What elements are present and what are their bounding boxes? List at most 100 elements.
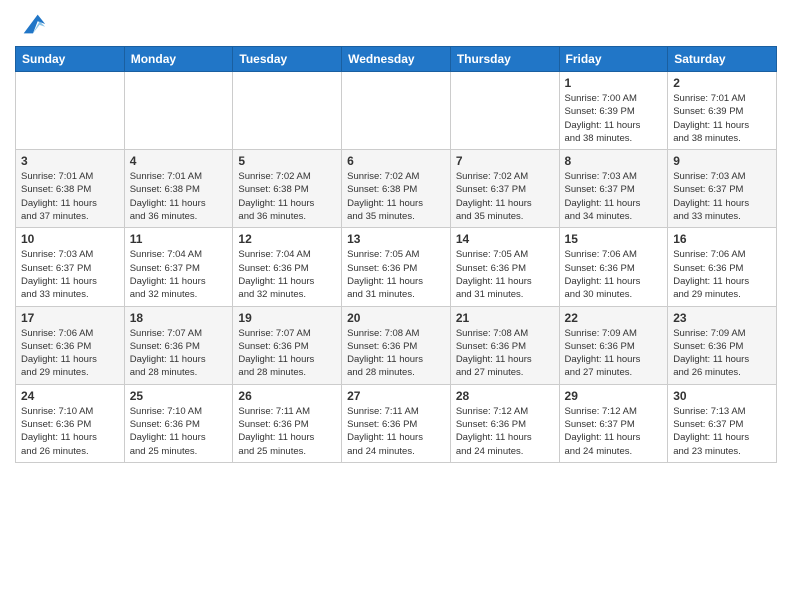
day-number: 28 <box>456 389 554 403</box>
day-number: 4 <box>130 154 228 168</box>
day-number: 11 <box>130 232 228 246</box>
logo-icon <box>19 10 47 38</box>
day-info: Sunrise: 7:07 AMSunset: 6:36 PMDaylight:… <box>130 327 228 380</box>
day-info: Sunrise: 7:08 AMSunset: 6:36 PMDaylight:… <box>456 327 554 380</box>
day-number: 25 <box>130 389 228 403</box>
calendar-cell: 4 Sunrise: 7:01 AMSunset: 6:38 PMDaylight… <box>124 150 233 228</box>
day-number: 20 <box>347 311 445 325</box>
day-info: Sunrise: 7:10 AMSunset: 6:36 PMDaylight:… <box>21 405 119 458</box>
calendar-cell: 23 Sunrise: 7:09 AMSunset: 6:36 PMDayligh… <box>668 306 777 384</box>
calendar-cell: 27Sunrise: 7:11 AMSunset: 6:36 PMDayligh… <box>342 384 451 462</box>
calendar-cell: 1Sunrise: 7:00 AMSunset: 6:39 PMDaylight… <box>559 72 668 150</box>
calendar-table: SundayMondayTuesdayWednesdayThursdayFrid… <box>15 46 777 463</box>
day-number: 5 <box>238 154 336 168</box>
calendar-cell: 10 Sunrise: 7:03 AMSunset: 6:37 PMDayligh… <box>16 228 125 306</box>
calendar-cell <box>450 72 559 150</box>
day-info: Sunrise: 7:12 AMSunset: 6:37 PMDaylight:… <box>565 405 663 458</box>
calendar-cell: 28 Sunrise: 7:12 AMSunset: 6:36 PMDayligh… <box>450 384 559 462</box>
day-info: Sunrise: 7:01 AMSunset: 6:38 PMDaylight:… <box>130 170 228 223</box>
calendar-week-row: 1Sunrise: 7:00 AMSunset: 6:39 PMDaylight… <box>16 72 777 150</box>
calendar-cell: 22Sunrise: 7:09 AMSunset: 6:36 PMDayligh… <box>559 306 668 384</box>
calendar-cell: 14 Sunrise: 7:05 AMSunset: 6:36 PMDayligh… <box>450 228 559 306</box>
calendar-week-row: 17Sunrise: 7:06 AMSunset: 6:36 PMDayligh… <box>16 306 777 384</box>
day-number: 2 <box>673 76 771 90</box>
day-number: 10 <box>21 232 119 246</box>
day-info: Sunrise: 7:03 AMSunset: 6:37 PMDaylight:… <box>673 170 771 223</box>
weekday-header-wednesday: Wednesday <box>342 47 451 72</box>
calendar-cell: 6 Sunrise: 7:02 AMSunset: 6:38 PMDaylight… <box>342 150 451 228</box>
day-number: 26 <box>238 389 336 403</box>
day-info: Sunrise: 7:00 AMSunset: 6:39 PMDaylight:… <box>565 92 663 145</box>
calendar-cell: 25 Sunrise: 7:10 AMSunset: 6:36 PMDayligh… <box>124 384 233 462</box>
day-info: Sunrise: 7:12 AMSunset: 6:36 PMDaylight:… <box>456 405 554 458</box>
day-number: 16 <box>673 232 771 246</box>
day-info: Sunrise: 7:03 AMSunset: 6:37 PMDaylight:… <box>565 170 663 223</box>
day-info: Sunrise: 7:01 AMSunset: 6:39 PMDaylight:… <box>673 92 771 145</box>
calendar-cell: 15Sunrise: 7:06 AMSunset: 6:36 PMDayligh… <box>559 228 668 306</box>
calendar-cell: 7 Sunrise: 7:02 AMSunset: 6:37 PMDaylight… <box>450 150 559 228</box>
calendar-cell: 12 Sunrise: 7:04 AMSunset: 6:36 PMDayligh… <box>233 228 342 306</box>
calendar-cell <box>16 72 125 150</box>
calendar-cell <box>342 72 451 150</box>
calendar-cell: 11 Sunrise: 7:04 AMSunset: 6:37 PMDayligh… <box>124 228 233 306</box>
calendar-cell: 8 Sunrise: 7:03 AMSunset: 6:37 PMDaylight… <box>559 150 668 228</box>
day-number: 27 <box>347 389 445 403</box>
calendar-cell: 20Sunrise: 7:08 AMSunset: 6:36 PMDayligh… <box>342 306 451 384</box>
calendar-cell: 9 Sunrise: 7:03 AMSunset: 6:37 PMDaylight… <box>668 150 777 228</box>
day-info: Sunrise: 7:05 AMSunset: 6:36 PMDaylight:… <box>456 248 554 301</box>
calendar-cell: 21 Sunrise: 7:08 AMSunset: 6:36 PMDayligh… <box>450 306 559 384</box>
day-number: 22 <box>565 311 663 325</box>
calendar-cell: 16 Sunrise: 7:06 AMSunset: 6:36 PMDayligh… <box>668 228 777 306</box>
day-info: Sunrise: 7:03 AMSunset: 6:37 PMDaylight:… <box>21 248 119 301</box>
day-number: 18 <box>130 311 228 325</box>
calendar-cell: 3Sunrise: 7:01 AMSunset: 6:38 PMDaylight… <box>16 150 125 228</box>
day-number: 17 <box>21 311 119 325</box>
day-info: Sunrise: 7:02 AMSunset: 6:38 PMDaylight:… <box>238 170 336 223</box>
day-number: 14 <box>456 232 554 246</box>
day-number: 9 <box>673 154 771 168</box>
day-info: Sunrise: 7:10 AMSunset: 6:36 PMDaylight:… <box>130 405 228 458</box>
calendar-cell <box>124 72 233 150</box>
weekday-header-thursday: Thursday <box>450 47 559 72</box>
day-number: 7 <box>456 154 554 168</box>
day-info: Sunrise: 7:06 AMSunset: 6:36 PMDaylight:… <box>673 248 771 301</box>
day-number: 24 <box>21 389 119 403</box>
day-info: Sunrise: 7:04 AMSunset: 6:36 PMDaylight:… <box>238 248 336 301</box>
calendar-cell: 5 Sunrise: 7:02 AMSunset: 6:38 PMDaylight… <box>233 150 342 228</box>
page: SundayMondayTuesdayWednesdayThursdayFrid… <box>0 0 792 612</box>
weekday-header-monday: Monday <box>124 47 233 72</box>
day-info: Sunrise: 7:02 AMSunset: 6:38 PMDaylight:… <box>347 170 445 223</box>
calendar-cell: 2 Sunrise: 7:01 AMSunset: 6:39 PMDaylight… <box>668 72 777 150</box>
day-number: 23 <box>673 311 771 325</box>
day-number: 15 <box>565 232 663 246</box>
day-info: Sunrise: 7:04 AMSunset: 6:37 PMDaylight:… <box>130 248 228 301</box>
calendar-cell: 13Sunrise: 7:05 AMSunset: 6:36 PMDayligh… <box>342 228 451 306</box>
day-number: 29 <box>565 389 663 403</box>
day-info: Sunrise: 7:13 AMSunset: 6:37 PMDaylight:… <box>673 405 771 458</box>
day-number: 19 <box>238 311 336 325</box>
day-number: 12 <box>238 232 336 246</box>
day-number: 6 <box>347 154 445 168</box>
calendar-cell: 26 Sunrise: 7:11 AMSunset: 6:36 PMDayligh… <box>233 384 342 462</box>
calendar-cell: 24 Sunrise: 7:10 AMSunset: 6:36 PMDayligh… <box>16 384 125 462</box>
day-info: Sunrise: 7:01 AMSunset: 6:38 PMDaylight:… <box>21 170 119 223</box>
calendar-cell <box>233 72 342 150</box>
day-info: Sunrise: 7:09 AMSunset: 6:36 PMDaylight:… <box>673 327 771 380</box>
day-info: Sunrise: 7:11 AMSunset: 6:36 PMDaylight:… <box>238 405 336 458</box>
calendar-cell: 18 Sunrise: 7:07 AMSunset: 6:36 PMDayligh… <box>124 306 233 384</box>
weekday-header-friday: Friday <box>559 47 668 72</box>
weekday-header-sunday: Sunday <box>16 47 125 72</box>
calendar-cell: 17Sunrise: 7:06 AMSunset: 6:36 PMDayligh… <box>16 306 125 384</box>
logo <box>15 10 47 38</box>
day-number: 30 <box>673 389 771 403</box>
day-info: Sunrise: 7:07 AMSunset: 6:36 PMDaylight:… <box>238 327 336 380</box>
calendar-week-row: 24 Sunrise: 7:10 AMSunset: 6:36 PMDayligh… <box>16 384 777 462</box>
day-number: 8 <box>565 154 663 168</box>
weekday-header-saturday: Saturday <box>668 47 777 72</box>
day-info: Sunrise: 7:02 AMSunset: 6:37 PMDaylight:… <box>456 170 554 223</box>
day-number: 21 <box>456 311 554 325</box>
calendar-cell: 29 Sunrise: 7:12 AMSunset: 6:37 PMDayligh… <box>559 384 668 462</box>
weekday-header-tuesday: Tuesday <box>233 47 342 72</box>
calendar-week-row: 10 Sunrise: 7:03 AMSunset: 6:37 PMDayligh… <box>16 228 777 306</box>
day-number: 13 <box>347 232 445 246</box>
